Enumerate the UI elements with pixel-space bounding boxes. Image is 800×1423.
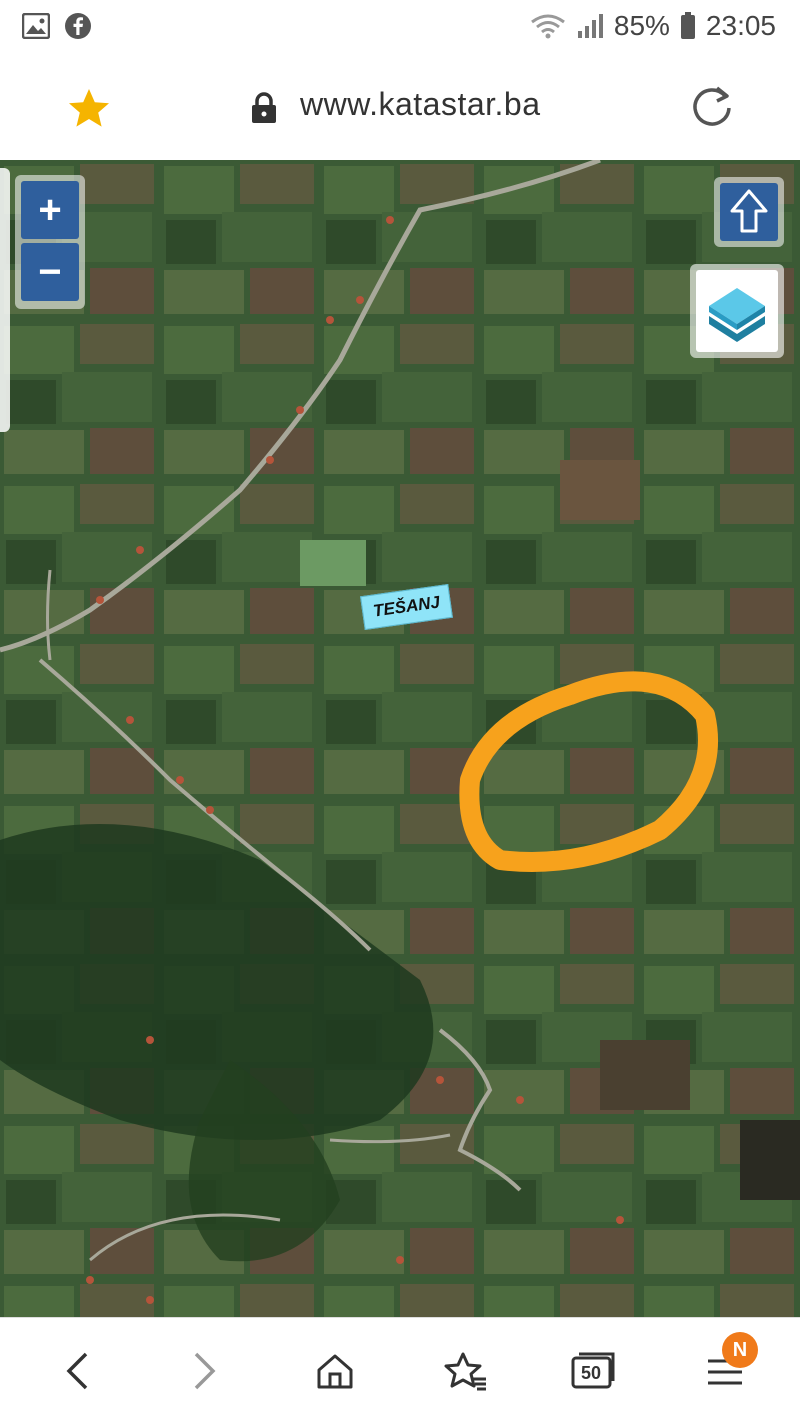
north-button[interactable] — [714, 177, 784, 247]
url-text[interactable]: www.katastar.ba — [300, 86, 541, 123]
notification-icons — [22, 12, 92, 40]
zoom-in-button[interactable]: + — [21, 181, 79, 239]
bookmarks-button[interactable] — [440, 1346, 490, 1396]
image-icon — [22, 13, 50, 39]
satellite-imagery — [0, 160, 800, 1317]
layers-button[interactable] — [690, 264, 784, 358]
home-button[interactable] — [310, 1346, 360, 1396]
lock-icon — [252, 92, 276, 123]
battery-icon — [680, 12, 695, 39]
browser-url-bar: www.katastar.ba — [0, 56, 800, 160]
satellite-map[interactable]: TEŠANJ + − — [0, 160, 800, 1317]
system-status: 85% 23:05 — [530, 10, 776, 42]
chevron-right-icon — [194, 1352, 216, 1390]
chevron-left-icon — [66, 1352, 88, 1390]
zoom-out-button[interactable]: − — [21, 243, 79, 301]
facebook-icon — [65, 13, 91, 39]
browser-bottom-bar: 50 N — [0, 1317, 800, 1423]
home-icon — [317, 1354, 353, 1389]
layers-icon — [709, 288, 765, 342]
side-drawer-handle[interactable] — [0, 168, 10, 432]
zoom-control: + − — [15, 175, 85, 309]
up-arrow-icon — [730, 189, 768, 233]
reload-icon[interactable] — [690, 84, 734, 128]
back-button[interactable] — [52, 1346, 102, 1396]
forward-button[interactable] — [180, 1346, 230, 1396]
tabs-count: 50 — [580, 1362, 602, 1383]
battery-percent: 85% — [613, 10, 670, 41]
status-bar: 85% 23:05 — [0, 0, 800, 56]
bookmarks-star-icon — [444, 1352, 486, 1391]
tabs-button[interactable]: 50 — [568, 1346, 618, 1396]
signal-icon — [577, 14, 603, 38]
clock: 23:05 — [705, 10, 776, 41]
bookmark-star-icon[interactable] — [66, 86, 112, 132]
menu-notification-badge: N — [722, 1332, 758, 1368]
wifi-icon — [530, 14, 565, 39]
